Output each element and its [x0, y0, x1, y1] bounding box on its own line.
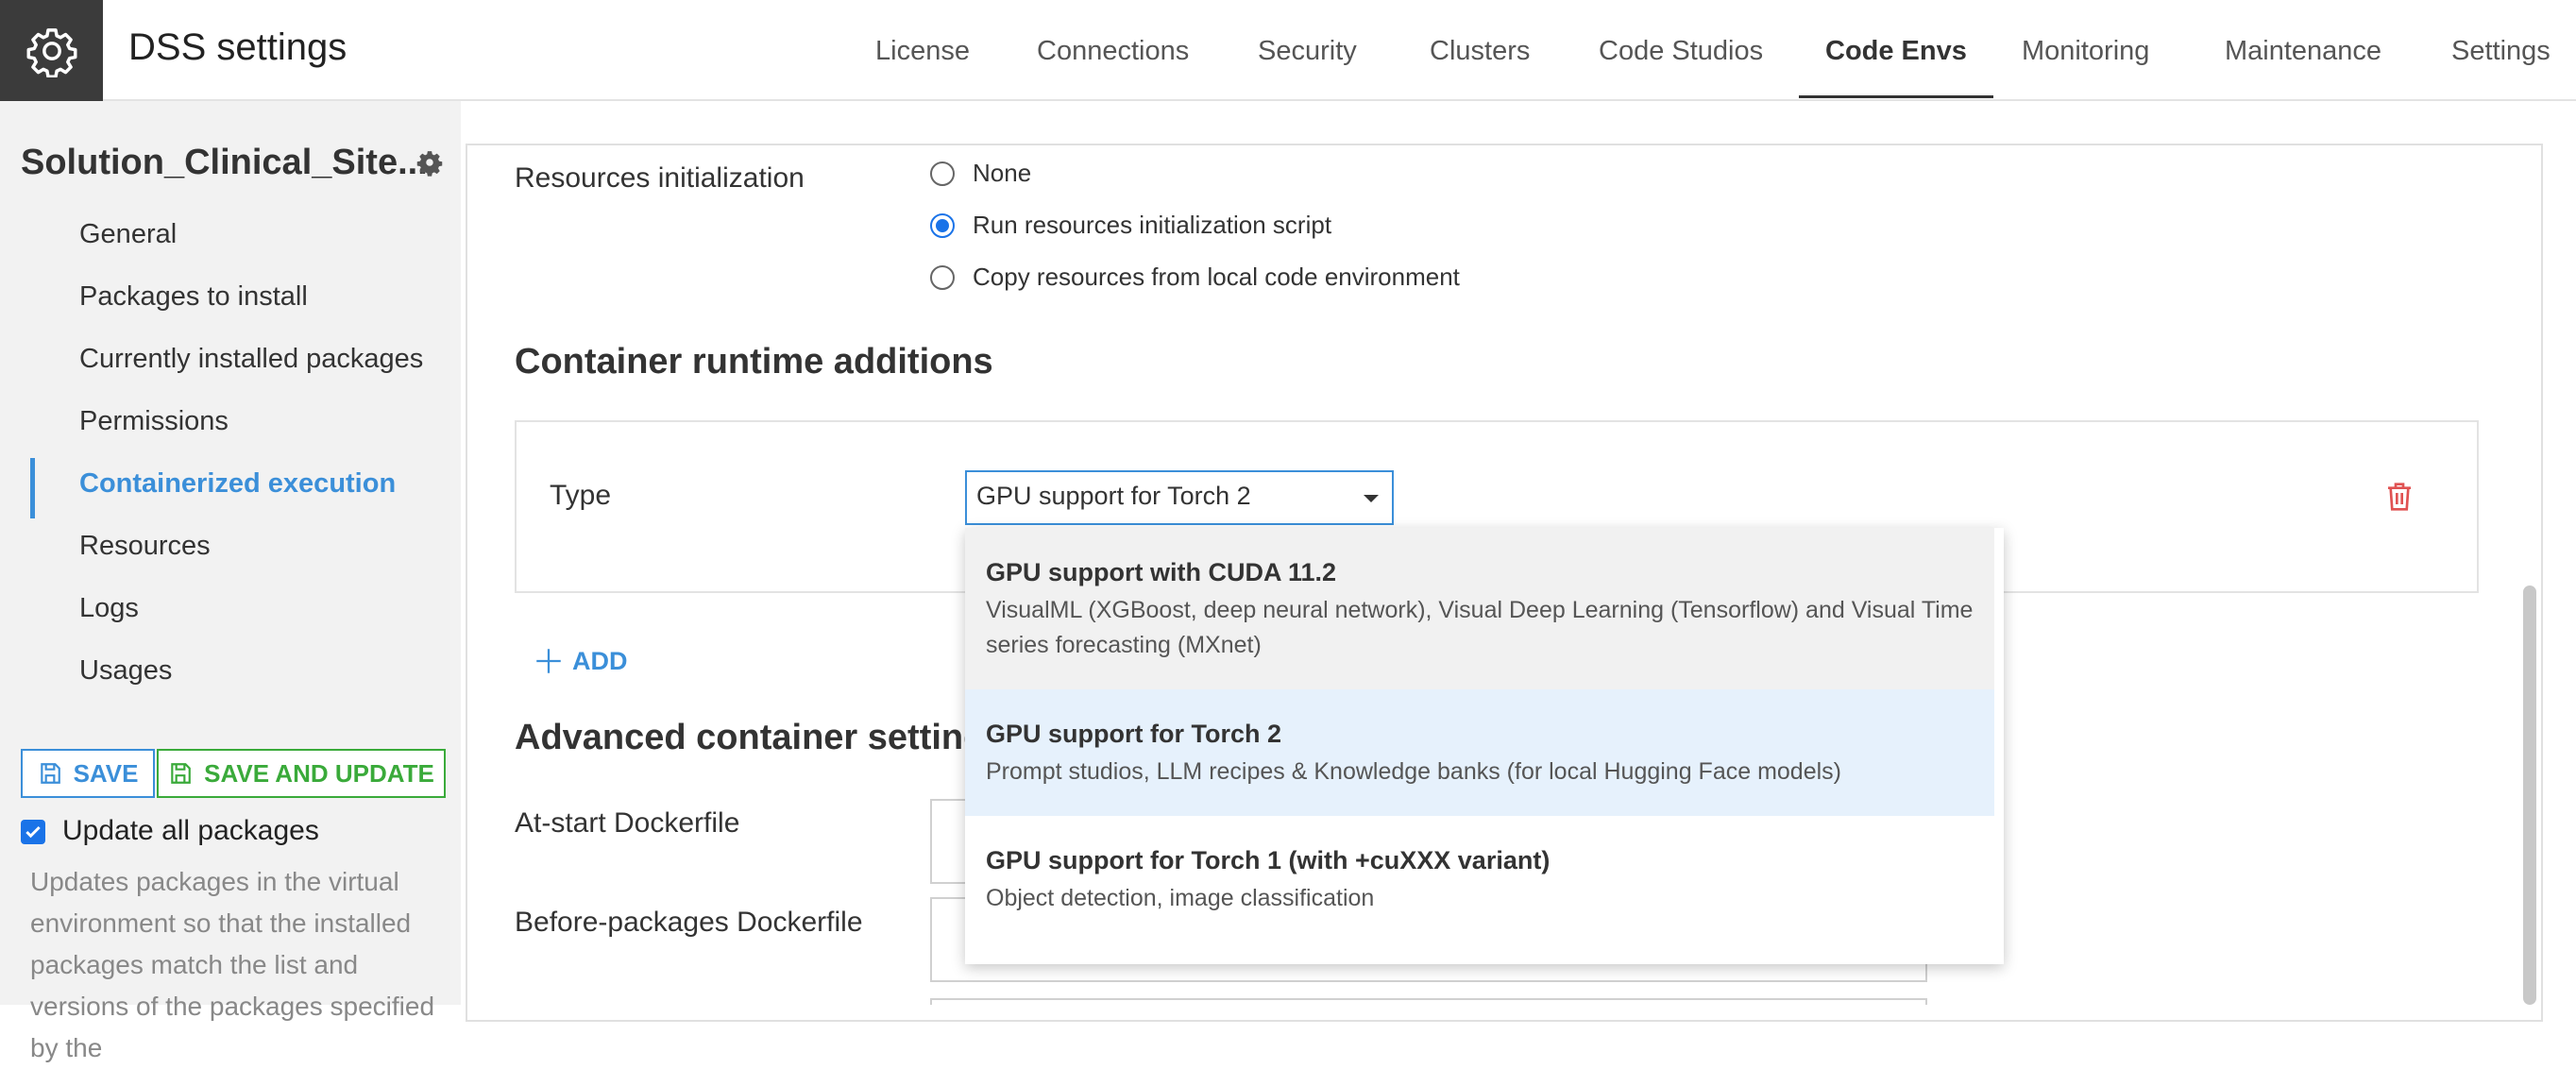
tab-clusters[interactable]: Clusters — [1430, 0, 1530, 99]
sidebar-item-currently-installed-packages[interactable]: Currently installed packages — [79, 344, 423, 375]
option-title: GPU support for Torch 1 (with +cuXXX var… — [986, 846, 1551, 874]
tab-security[interactable]: Security — [1258, 0, 1357, 99]
radio-run-script[interactable] — [930, 213, 955, 238]
active-indicator — [30, 458, 35, 518]
add-button[interactable]: ADD — [533, 645, 628, 677]
update-all-help-text: Updates packages in the virtual environm… — [30, 867, 435, 1062]
option-description: Object detection, image classification — [986, 885, 1375, 911]
env-settings-button[interactable] — [415, 148, 444, 181]
gear-icon — [416, 151, 443, 177]
radio-none[interactable] — [930, 161, 955, 186]
tab-maintenance[interactable]: Maintenance — [2225, 0, 2381, 99]
sidebar-item-containerized-execution[interactable]: Containerized execution — [79, 468, 396, 500]
before-packages-dockerfile-label: Before-packages Dockerfile — [515, 907, 863, 938]
code-env-name: Solution_Clinical_Site... — [21, 143, 428, 182]
sidebar-item-usages[interactable]: Usages — [79, 655, 172, 687]
add-button-label: ADD — [572, 646, 628, 675]
radio-copy-resources[interactable] — [930, 265, 955, 290]
dropdown-option-torch-1[interactable]: GPU support for Torch 1 (with +cuXXX var… — [965, 816, 1994, 958]
runtime-additions-title: Container runtime additions — [515, 342, 993, 382]
sidebar-item-packages-to-install[interactable]: Packages to install — [79, 281, 308, 313]
next-dockerfile-input[interactable] — [930, 998, 1927, 1005]
tab-license[interactable]: License — [875, 0, 970, 99]
radio-copy-resources-label[interactable]: Copy resources from local code environme… — [973, 263, 1460, 292]
update-all-packages-label[interactable]: Update all packages — [62, 815, 319, 847]
tab-connections[interactable]: Connections — [1037, 0, 1189, 99]
option-title: GPU support with CUDA 11.2 — [986, 558, 1337, 586]
update-all-packages-checkbox[interactable] — [21, 820, 45, 844]
option-title: GPU support for Torch 2 — [986, 720, 1282, 748]
plus-icon — [536, 649, 561, 673]
type-dropdown-menu: GPU support with CUDA 11.2 VisualML (XGB… — [965, 528, 2004, 964]
advanced-settings-title: Advanced container settings — [515, 718, 1006, 757]
type-select[interactable]: GPU support for Torch 2 — [965, 470, 1394, 525]
radio-none-label[interactable]: None — [973, 159, 1031, 188]
save-button[interactable]: SAVE — [21, 749, 155, 798]
dropdown-option-torch-2[interactable]: GPU support for Torch 2 Prompt studios, … — [965, 689, 1994, 816]
scrollbar[interactable] — [2523, 585, 2536, 1005]
delete-button[interactable] — [2384, 480, 2415, 518]
sidebar-item-permissions[interactable]: Permissions — [79, 406, 229, 437]
tab-code-envs[interactable]: Code Envs — [1799, 0, 1993, 98]
top-bar: DSS settings License Connections Securit… — [0, 0, 2576, 101]
dropdown-option-cuda-11-2[interactable]: GPU support with CUDA 11.2 VisualML (XGB… — [965, 528, 1994, 689]
page-title: DSS settings — [128, 26, 347, 68]
at-start-dockerfile-label: At-start Dockerfile — [515, 807, 740, 839]
type-label: Type — [550, 480, 612, 511]
sidebar-item-logs[interactable]: Logs — [79, 593, 139, 624]
save-and-update-button[interactable]: SAVE AND UPDATE — [157, 749, 446, 798]
tab-code-studios[interactable]: Code Studios — [1599, 0, 1763, 99]
sidebar-item-general[interactable]: General — [79, 219, 177, 250]
floppy-disk-icon — [40, 763, 60, 784]
trash-icon — [2388, 483, 2411, 511]
save-button-label: SAVE — [73, 758, 139, 788]
check-icon — [25, 825, 41, 839]
resources-init-label: Resources initialization — [515, 162, 805, 194]
gear-icon — [26, 27, 76, 77]
type-select-value: GPU support for Torch 2 — [976, 482, 1251, 510]
radio-run-script-label[interactable]: Run resources initialization script — [973, 211, 1331, 240]
option-description: Prompt studios, LLM recipes & Knowledge … — [986, 758, 1841, 785]
sidebar-item-resources[interactable]: Resources — [79, 531, 211, 562]
floppy-disk-icon — [171, 763, 192, 784]
tab-monitoring[interactable]: Monitoring — [2022, 0, 2149, 99]
caret-down-icon — [1364, 495, 1379, 502]
save-and-update-label: SAVE AND UPDATE — [204, 758, 434, 788]
option-description: VisualML (XGBoost, deep neural network),… — [986, 597, 1974, 658]
settings-home-button[interactable] — [0, 0, 103, 101]
sidebar: Solution_Clinical_Site... General Packag… — [0, 101, 461, 1062]
tab-settings[interactable]: Settings — [2451, 0, 2551, 99]
